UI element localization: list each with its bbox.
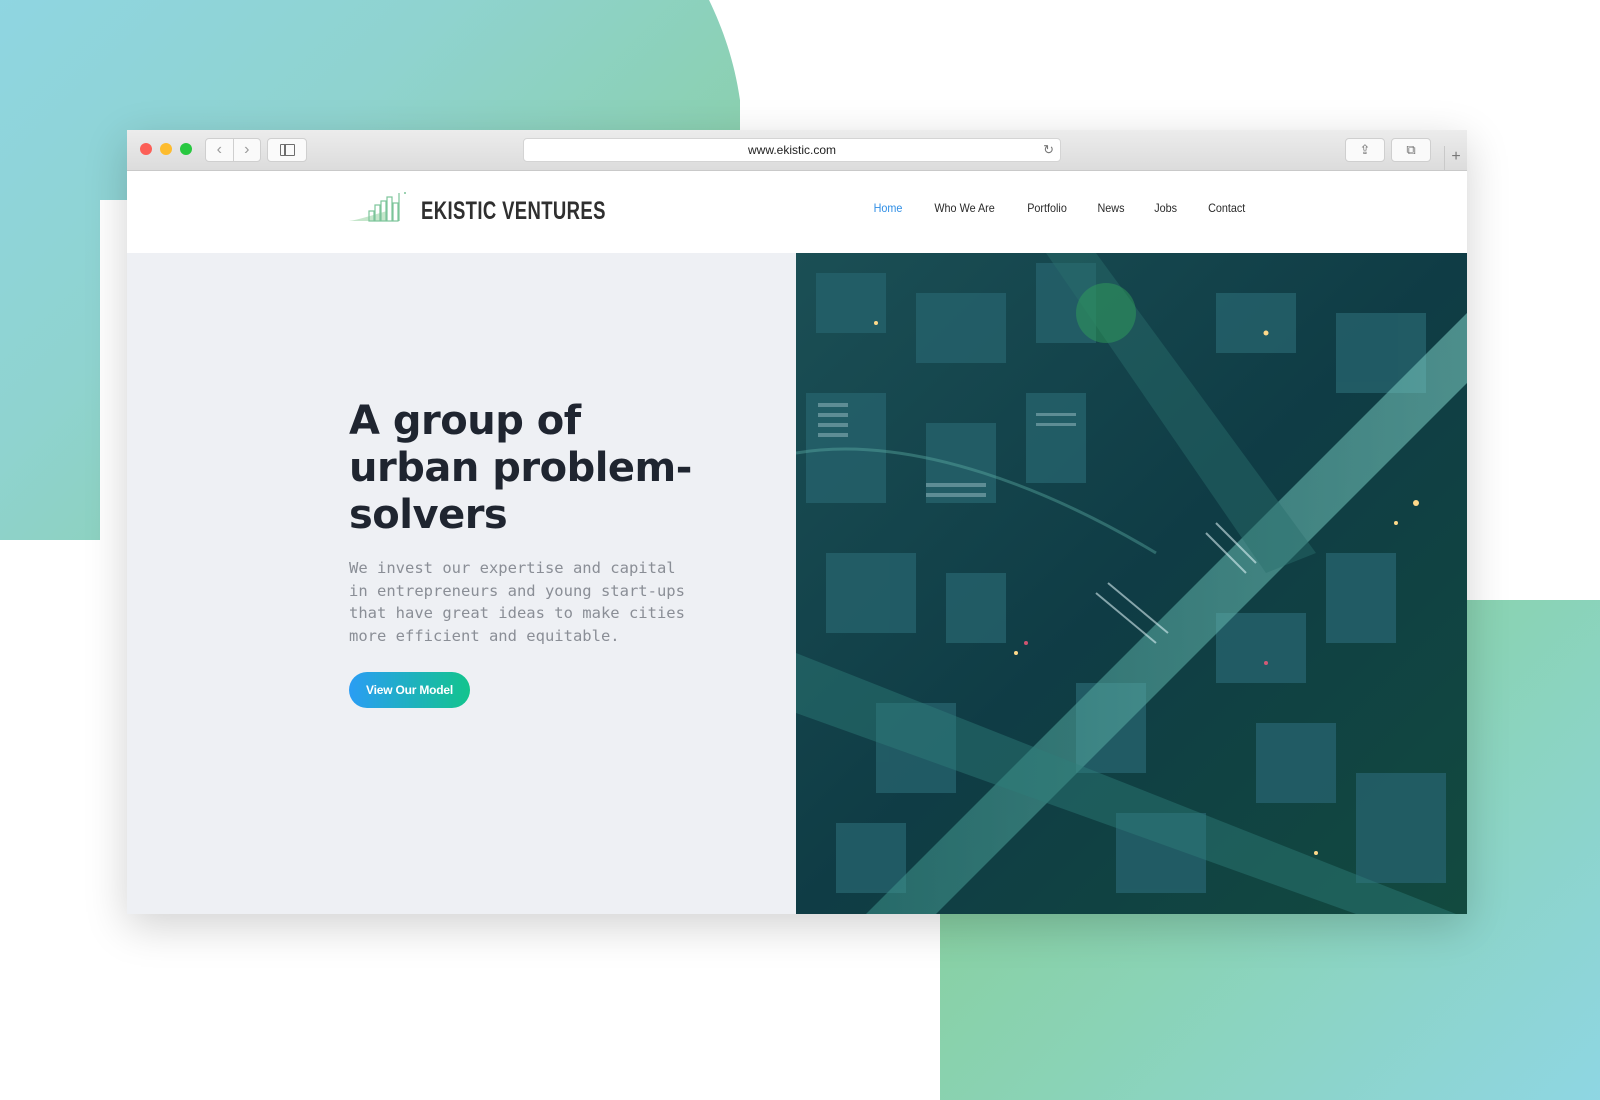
hero-text-panel: A group of urban problem-solvers We inve… bbox=[127, 253, 796, 914]
hero-section: A group of urban problem-solvers We inve… bbox=[127, 253, 1467, 914]
nav-home[interactable]: Home bbox=[874, 201, 903, 215]
brand-logo[interactable]: EKISTIC VENTURES bbox=[347, 189, 605, 229]
hero-lead: We invest our expertise and capital in e… bbox=[349, 559, 685, 645]
site-header: EKISTIC VENTURES Home Who We Are Portfol… bbox=[127, 171, 1467, 253]
city-aerial-image bbox=[796, 253, 1467, 914]
share-button[interactable]: ⇪ bbox=[1345, 138, 1385, 162]
plus-icon: + bbox=[1451, 148, 1461, 165]
tabs-icon: ⧉ bbox=[1406, 142, 1416, 157]
nav-contact[interactable]: Contact bbox=[1208, 201, 1245, 215]
share-icon: ⇪ bbox=[1359, 142, 1371, 157]
zoom-window-button[interactable] bbox=[180, 143, 192, 155]
skyline-logo-icon bbox=[349, 192, 406, 222]
address-bar[interactable]: www.ekistic.com ↻ bbox=[523, 138, 1061, 162]
tab-overview-button[interactable]: ⧉ bbox=[1391, 138, 1431, 162]
sidebar-toggle-button[interactable] bbox=[267, 138, 307, 162]
hero-headline: A group of urban problem-solvers bbox=[349, 398, 692, 538]
nav-portfolio[interactable]: Portfolio bbox=[1027, 201, 1067, 215]
nav-who-we-are[interactable]: Who We Are bbox=[934, 201, 994, 215]
nav-jobs[interactable]: Jobs bbox=[1155, 201, 1178, 215]
browser-toolbar: ‹ › www.ekistic.com ↻ ⇪ ⧉ + bbox=[127, 130, 1467, 171]
url-text: www.ekistic.com bbox=[747, 143, 836, 157]
nav-news[interactable]: News bbox=[1098, 201, 1125, 215]
forward-icon[interactable]: › bbox=[234, 139, 261, 161]
reload-icon[interactable]: ↻ bbox=[1043, 139, 1054, 161]
minimize-window-button[interactable] bbox=[160, 143, 172, 155]
brand-name: EKISTIC VENTURES bbox=[421, 197, 606, 225]
browser-window: ‹ › www.ekistic.com ↻ ⇪ ⧉ + EKISTIC VENT… bbox=[127, 130, 1467, 914]
history-buttons: ‹ › bbox=[205, 138, 261, 162]
new-tab-button[interactable]: + bbox=[1444, 146, 1467, 170]
view-our-model-button[interactable]: View Our Model bbox=[349, 672, 470, 708]
city-photo-illustration bbox=[796, 253, 1467, 914]
close-window-button[interactable] bbox=[140, 143, 152, 155]
back-icon[interactable]: ‹ bbox=[206, 139, 234, 161]
main-nav: Home Who We Are Portfolio News Jobs Cont… bbox=[845, 201, 1247, 215]
sidebar-icon bbox=[280, 144, 295, 156]
